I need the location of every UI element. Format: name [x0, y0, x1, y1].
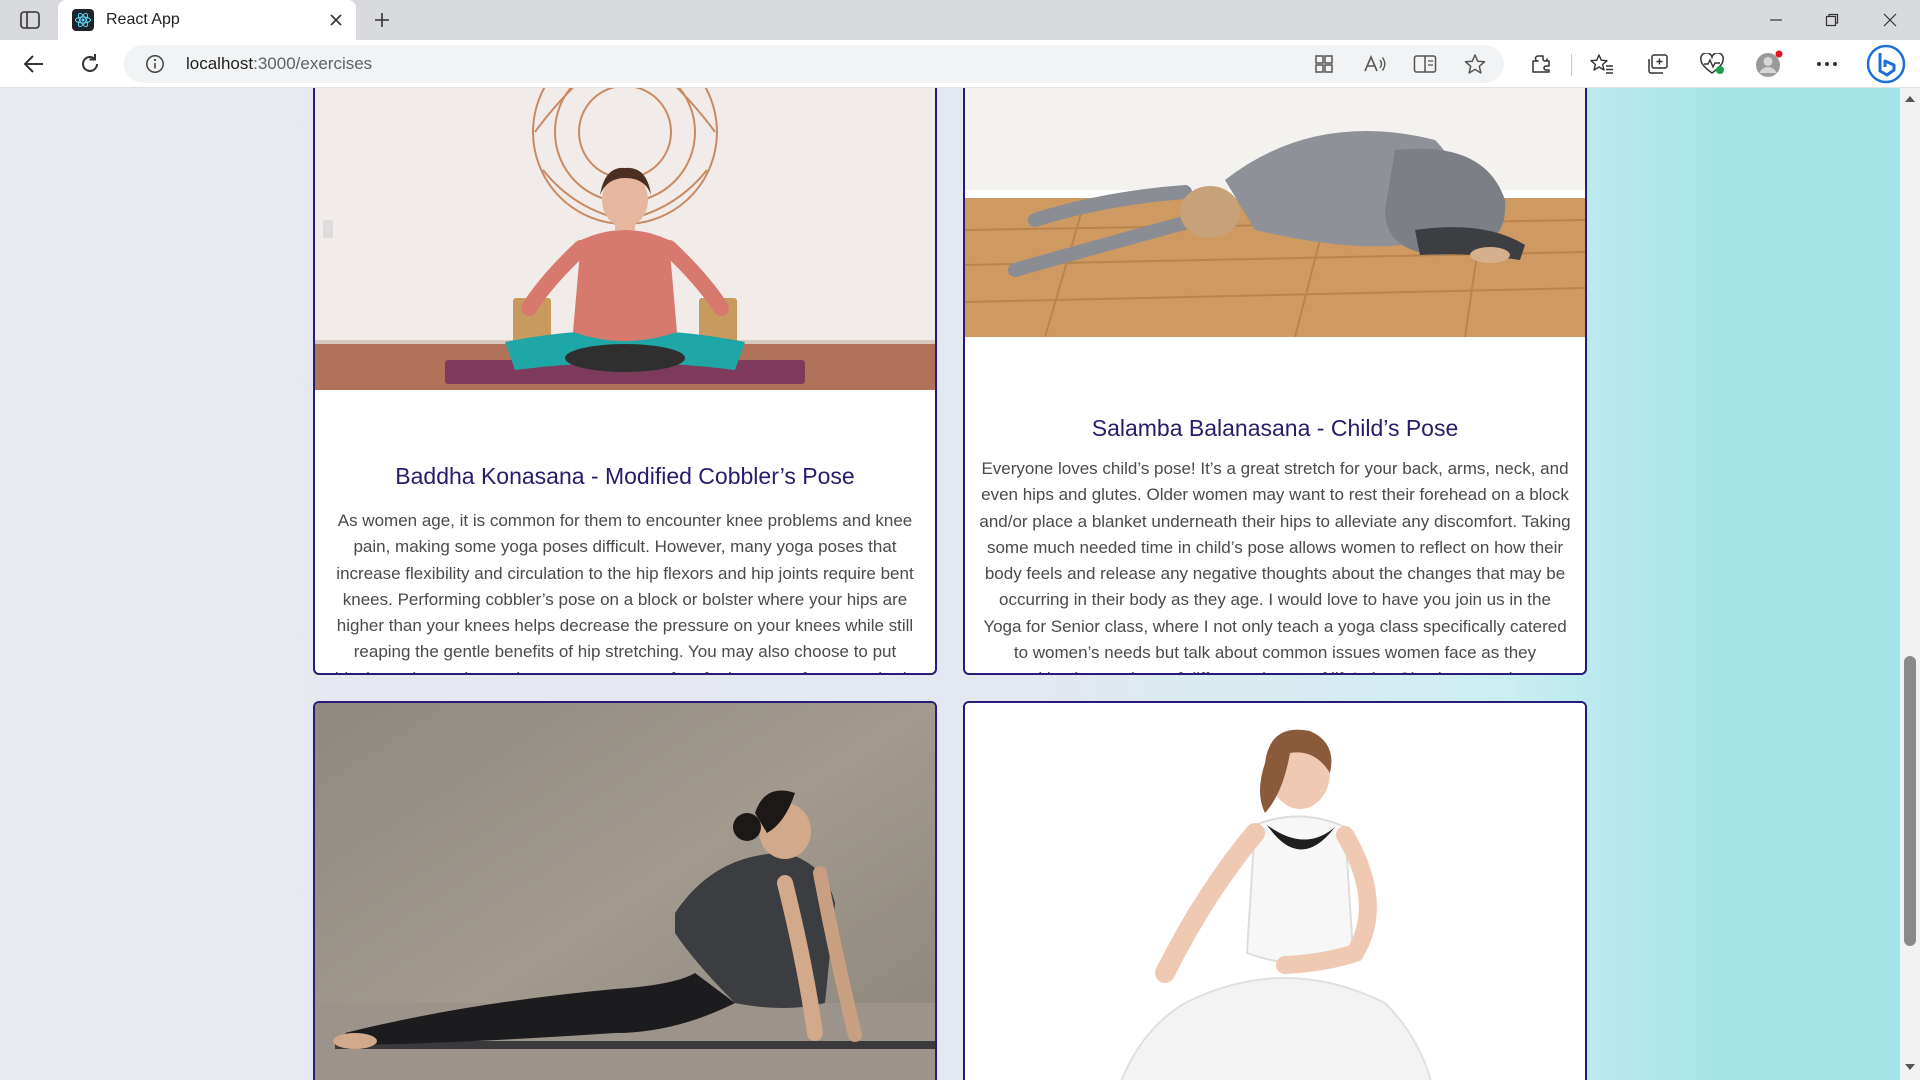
site-info-icon[interactable]	[144, 53, 166, 75]
more-options-icon[interactable]	[1809, 47, 1845, 81]
exercise-title: Baddha Konasana - Modified Cobbler’s Pos…	[395, 463, 855, 489]
react-logo-icon	[72, 9, 94, 31]
cobbler-pose-image	[315, 88, 935, 390]
url-host: localhost	[186, 54, 254, 73]
exercise-description: Everyone loves child’s pose! It’s a grea…	[979, 459, 1571, 673]
exercise-card: Salamba Balanasana - Child’s Pose Everyo…	[963, 88, 1587, 675]
browser-tab-bar: React App	[0, 0, 1920, 40]
page-viewport: Baddha Konasana - Modified Cobbler’s Pos…	[0, 88, 1900, 1080]
cobra-pose-image	[315, 703, 935, 1080]
scroll-thumb[interactable]	[1904, 656, 1916, 946]
browser-toolbar: localhost:3000/exercises	[0, 40, 1920, 88]
page-scrollbar[interactable]	[1900, 88, 1920, 1080]
app-available-icon[interactable]	[1311, 51, 1337, 77]
scroll-up-arrow-icon[interactable]	[1900, 90, 1920, 108]
close-tab-icon[interactable]	[322, 6, 350, 34]
back-arrow-icon[interactable]	[16, 47, 52, 81]
seated-twist-pose-image	[965, 703, 1585, 1080]
favorite-star-icon[interactable]	[1462, 51, 1488, 77]
read-aloud-icon[interactable]	[1362, 51, 1388, 77]
bing-copilot-icon[interactable]	[1866, 44, 1906, 84]
minimize-icon[interactable]	[1748, 0, 1804, 40]
exercise-description: As women age, it is common for them to e…	[335, 511, 915, 673]
exercise-title: Salamba Balanasana - Child’s Pose	[1091, 415, 1459, 441]
url-text[interactable]: localhost:3000/exercises	[186, 54, 372, 74]
tab-react-app[interactable]: React App	[58, 0, 356, 40]
exercise-card	[313, 701, 937, 1080]
refresh-icon[interactable]	[72, 47, 108, 81]
toolbar-separator	[1571, 54, 1572, 76]
browser-essentials-icon[interactable]	[1695, 47, 1731, 81]
profile-avatar-icon[interactable]	[1751, 47, 1787, 81]
restore-icon[interactable]	[1804, 0, 1860, 40]
address-bar[interactable]: localhost:3000/exercises	[124, 45, 1504, 83]
new-tab-icon[interactable]	[368, 6, 396, 34]
tab-actions-icon[interactable]	[14, 8, 46, 32]
exercise-card	[963, 701, 1587, 1080]
childs-pose-image	[965, 88, 1585, 337]
url-path: :3000/exercises	[253, 54, 373, 73]
tab-title: React App	[106, 11, 180, 28]
favorites-icon[interactable]	[1584, 47, 1620, 81]
scroll-down-arrow-icon[interactable]	[1900, 1058, 1920, 1076]
collections-icon[interactable]	[1640, 47, 1676, 81]
close-window-icon[interactable]	[1862, 0, 1918, 40]
extensions-icon[interactable]	[1523, 47, 1559, 81]
exercise-card: Baddha Konasana - Modified Cobbler’s Pos…	[313, 88, 937, 675]
immersive-reader-icon[interactable]	[1412, 51, 1438, 77]
